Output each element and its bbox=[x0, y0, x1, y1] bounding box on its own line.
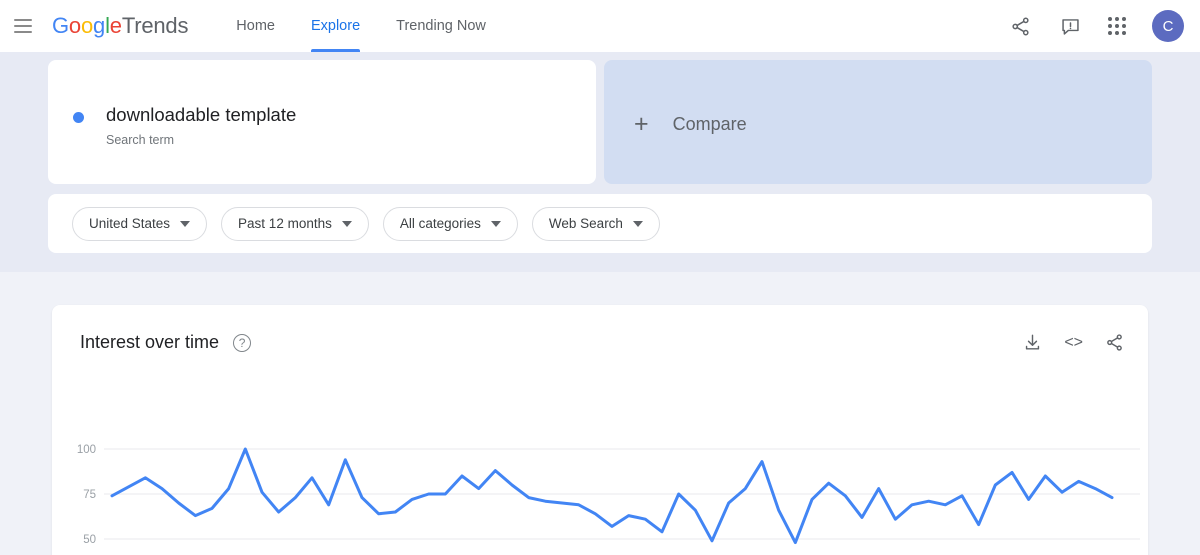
filters-bar: United States Past 12 months All categor… bbox=[48, 194, 1152, 253]
search-term-label: downloadable template bbox=[106, 104, 297, 125]
interest-over-time-chart[interactable]: 100 75 50 bbox=[52, 415, 1148, 555]
search-term-subtitle: Search term bbox=[106, 133, 175, 148]
filter-search-type[interactable]: Web Search bbox=[531, 206, 660, 241]
main-nav: Home Explore Trending Now bbox=[236, 0, 522, 52]
search-term-card[interactable]: downloadable template Search term bbox=[48, 60, 596, 184]
interest-over-time-card: Interest over time ? <> 100 75 50 bbox=[52, 305, 1148, 555]
chart-line-series bbox=[110, 447, 1114, 545]
filter-location-label: United States bbox=[89, 216, 171, 231]
filter-category-label: All categories bbox=[399, 216, 481, 231]
chevron-down-icon bbox=[180, 220, 191, 227]
plus-icon: + bbox=[634, 110, 649, 138]
embed-icon[interactable]: <> bbox=[1064, 334, 1083, 352]
filter-location[interactable]: United States bbox=[72, 206, 208, 241]
filter-category[interactable]: All categories bbox=[382, 206, 518, 241]
avatar[interactable]: C bbox=[1152, 10, 1184, 42]
filter-time-range[interactable]: Past 12 months bbox=[221, 206, 369, 241]
chevron-down-icon bbox=[341, 220, 352, 227]
nav-item-trending-now[interactable]: Trending Now bbox=[396, 0, 486, 52]
download-icon[interactable] bbox=[1023, 333, 1042, 352]
feedback-icon[interactable] bbox=[1058, 14, 1082, 38]
header-actions: C bbox=[1008, 10, 1200, 42]
y-axis-tick-label: 50 bbox=[83, 534, 96, 546]
filter-search-type-label: Web Search bbox=[548, 216, 623, 231]
series-color-dot-icon bbox=[73, 112, 84, 123]
help-icon[interactable]: ? bbox=[233, 333, 252, 352]
chart-actions: <> bbox=[1023, 333, 1124, 352]
compare-card[interactable]: + Compare bbox=[604, 60, 1152, 184]
logo-trends-text: Trends bbox=[121, 13, 189, 38]
nav-item-explore[interactable]: Explore bbox=[310, 0, 361, 52]
y-axis-tick-label: 100 bbox=[77, 444, 96, 456]
filter-time-range-label: Past 12 months bbox=[238, 216, 332, 231]
apps-grid-icon[interactable] bbox=[1108, 17, 1126, 35]
chevron-down-icon bbox=[490, 220, 501, 227]
share-icon[interactable] bbox=[1105, 333, 1124, 352]
chevron-down-icon bbox=[632, 220, 643, 227]
chart-header: Interest over time ? <> bbox=[80, 332, 1124, 353]
search-terms-row: downloadable template Search term + Comp… bbox=[48, 60, 1152, 184]
app-header: GoogleTrends Home Explore Trending Now C bbox=[0, 0, 1200, 52]
nav-item-home[interactable]: Home bbox=[236, 0, 275, 52]
hamburger-icon[interactable] bbox=[14, 19, 32, 33]
google-trends-logo[interactable]: GoogleTrends bbox=[52, 13, 188, 39]
compare-label: Compare bbox=[672, 114, 747, 134]
compare-content: + Compare bbox=[634, 112, 747, 137]
search-term-content: downloadable template Search term bbox=[73, 104, 296, 147]
share-icon[interactable] bbox=[1008, 14, 1032, 38]
y-axis-tick-label: 75 bbox=[83, 489, 96, 501]
google-trends-page: GoogleTrends Home Explore Trending Now C… bbox=[0, 0, 1200, 555]
page-title: Interest over time bbox=[80, 332, 220, 352]
